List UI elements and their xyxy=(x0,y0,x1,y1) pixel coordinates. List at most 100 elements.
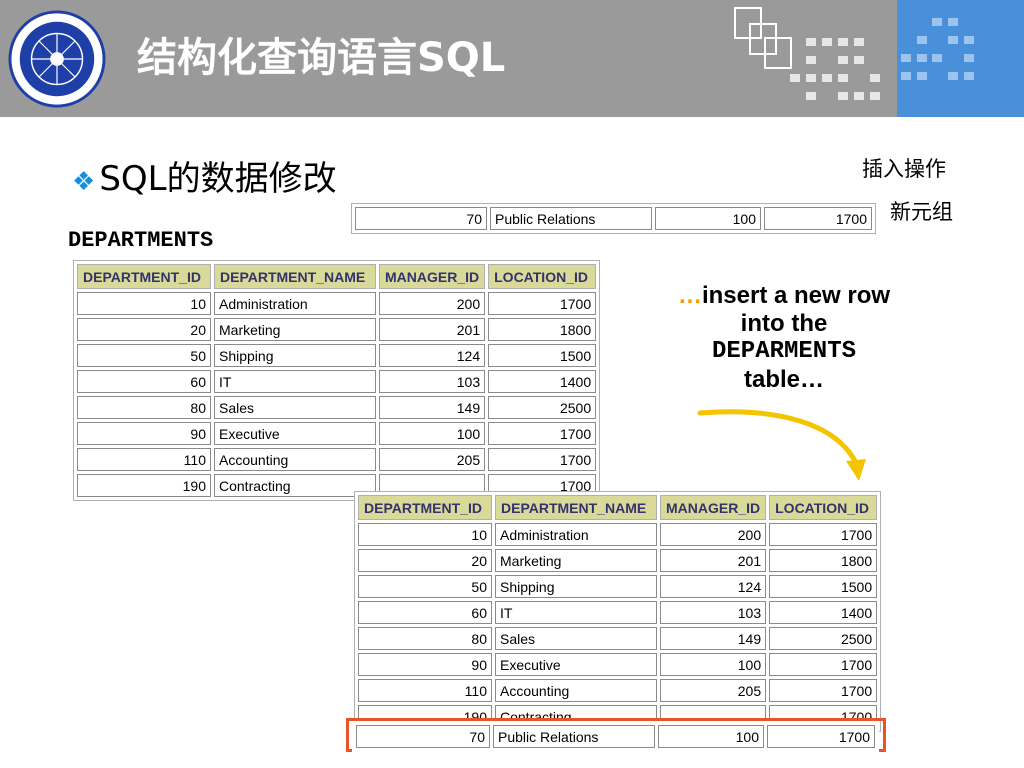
table-header-row: DEPARTMENT_ID DEPARTMENT_NAME MANAGER_ID… xyxy=(77,264,597,289)
table-cell: 70 xyxy=(356,725,490,748)
table-cell: 80 xyxy=(77,396,211,419)
table-row: 60 IT 103 1400 xyxy=(358,601,878,624)
table-cell: Executive xyxy=(495,653,657,676)
column-header: LOCATION_ID xyxy=(488,264,597,289)
departments-result-table: DEPARTMENT_ID DEPARTMENT_NAME MANAGER_ID… xyxy=(354,491,882,732)
table-cell: 190 xyxy=(77,474,211,497)
table-cell: 149 xyxy=(660,627,767,650)
table-row: 50 Shipping 124 1500 xyxy=(77,344,597,367)
table-cell: 90 xyxy=(358,653,492,676)
table-cell: 70 xyxy=(355,207,487,230)
table-name-label: DEPARTMENTS xyxy=(68,228,214,253)
section-heading-text: SQL的数据修改 xyxy=(99,159,337,199)
table-cell: 1700 xyxy=(769,523,878,546)
table-row: 10 Administration 200 1700 xyxy=(358,523,878,546)
table-cell: Public Relations xyxy=(490,207,652,230)
table-cell: Accounting xyxy=(214,448,376,471)
column-header: LOCATION_ID xyxy=(769,495,878,520)
table-cell: 80 xyxy=(358,627,492,650)
table-cell: 1700 xyxy=(769,653,878,676)
table-cell: 50 xyxy=(358,575,492,598)
organization-logo-icon xyxy=(8,10,106,108)
table-row: 60 IT 103 1400 xyxy=(77,370,597,393)
insert-callout: …insert a new row into the DEPARMENTS ta… xyxy=(646,282,922,394)
table-cell: 100 xyxy=(658,725,764,748)
table-cell: 1800 xyxy=(769,549,878,572)
table-cell: Sales xyxy=(495,627,657,650)
decorative-squares-icon xyxy=(734,7,880,100)
table-cell: 90 xyxy=(77,422,211,445)
table-cell: IT xyxy=(214,370,376,393)
table-cell: 103 xyxy=(379,370,486,393)
table-cell: 1700 xyxy=(488,292,597,315)
table-cell: 201 xyxy=(379,318,486,341)
table-cell: Contracting xyxy=(214,474,376,497)
curved-arrow-icon xyxy=(697,409,866,481)
column-header: DEPARTMENT_NAME xyxy=(495,495,657,520)
table-row: 70 Public Relations 100 1700 xyxy=(355,207,872,230)
inserted-row-table: 70 Public Relations 100 1700 xyxy=(352,721,879,752)
table-cell: 103 xyxy=(660,601,767,624)
table-cell: 110 xyxy=(358,679,492,702)
table-cell: 60 xyxy=(77,370,211,393)
diamond-bullet-icon: ❖ xyxy=(72,167,96,197)
table-cell: 20 xyxy=(77,318,211,341)
table-cell: 1500 xyxy=(488,344,597,367)
table-cell: 60 xyxy=(358,601,492,624)
table-cell: 149 xyxy=(379,396,486,419)
table-cell: 124 xyxy=(660,575,767,598)
table-header-row: DEPARTMENT_ID DEPARTMENT_NAME MANAGER_ID… xyxy=(358,495,878,520)
callout-line-3: DEPARMENTS xyxy=(711,338,857,365)
table-cell: 200 xyxy=(660,523,767,546)
column-header: MANAGER_ID xyxy=(379,264,486,289)
table-row: 80 Sales 149 2500 xyxy=(77,396,597,419)
table-cell: 110 xyxy=(77,448,211,471)
table-cell: 1700 xyxy=(767,725,875,748)
callout-line-4: table… xyxy=(743,366,824,393)
column-header: DEPARTMENT_NAME xyxy=(214,264,376,289)
slide-title: 结构化查询语言SQL xyxy=(137,35,506,81)
table-cell: 1500 xyxy=(769,575,878,598)
table-row: 80 Sales 149 2500 xyxy=(358,627,878,650)
callout-line: …insert a new row xyxy=(646,282,922,310)
table-cell: 201 xyxy=(660,549,767,572)
table-cell: 200 xyxy=(379,292,486,315)
table-cell: 2500 xyxy=(769,627,878,650)
table-row: 90 Executive 100 1700 xyxy=(358,653,878,676)
table-cell: Shipping xyxy=(214,344,376,367)
table-cell: 50 xyxy=(77,344,211,367)
callout-line-1: insert a new row xyxy=(701,282,891,309)
insert-operation-label: 插入操作 xyxy=(862,157,946,181)
table-cell: 100 xyxy=(660,653,767,676)
table-cell: 1700 xyxy=(769,679,878,702)
table-cell: 1400 xyxy=(769,601,878,624)
table-cell: 1800 xyxy=(488,318,597,341)
table-row: 90 Executive 100 1700 xyxy=(77,422,597,445)
table-cell: 10 xyxy=(358,523,492,546)
table-cell: Executive xyxy=(214,422,376,445)
table-cell: 20 xyxy=(358,549,492,572)
table-cell: 1700 xyxy=(488,422,597,445)
table-cell: Marketing xyxy=(495,549,657,572)
table-cell: 1400 xyxy=(488,370,597,393)
decorative-squares-accent-icon xyxy=(901,18,974,80)
table-row: 20 Marketing 201 1800 xyxy=(77,318,597,341)
departments-table: DEPARTMENT_ID DEPARTMENT_NAME MANAGER_ID… xyxy=(73,260,601,501)
table-cell: Public Relations xyxy=(493,725,655,748)
table-cell: 2500 xyxy=(488,396,597,419)
callout-line-2: into the xyxy=(740,310,828,337)
table-cell: 124 xyxy=(379,344,486,367)
table-cell: Administration xyxy=(495,523,657,546)
column-header: DEPARTMENT_ID xyxy=(358,495,492,520)
table-cell: 10 xyxy=(77,292,211,315)
table-cell: Shipping xyxy=(495,575,657,598)
section-heading: ❖ SQL的数据修改 xyxy=(72,158,337,203)
table-cell: Marketing xyxy=(214,318,376,341)
table-cell: Administration xyxy=(214,292,376,315)
table-row: 110 Accounting 205 1700 xyxy=(358,679,878,702)
table-cell: 100 xyxy=(379,422,486,445)
table-cell: 205 xyxy=(660,679,767,702)
column-header: MANAGER_ID xyxy=(660,495,767,520)
table-cell: 100 xyxy=(655,207,761,230)
column-header: DEPARTMENT_ID xyxy=(77,264,211,289)
